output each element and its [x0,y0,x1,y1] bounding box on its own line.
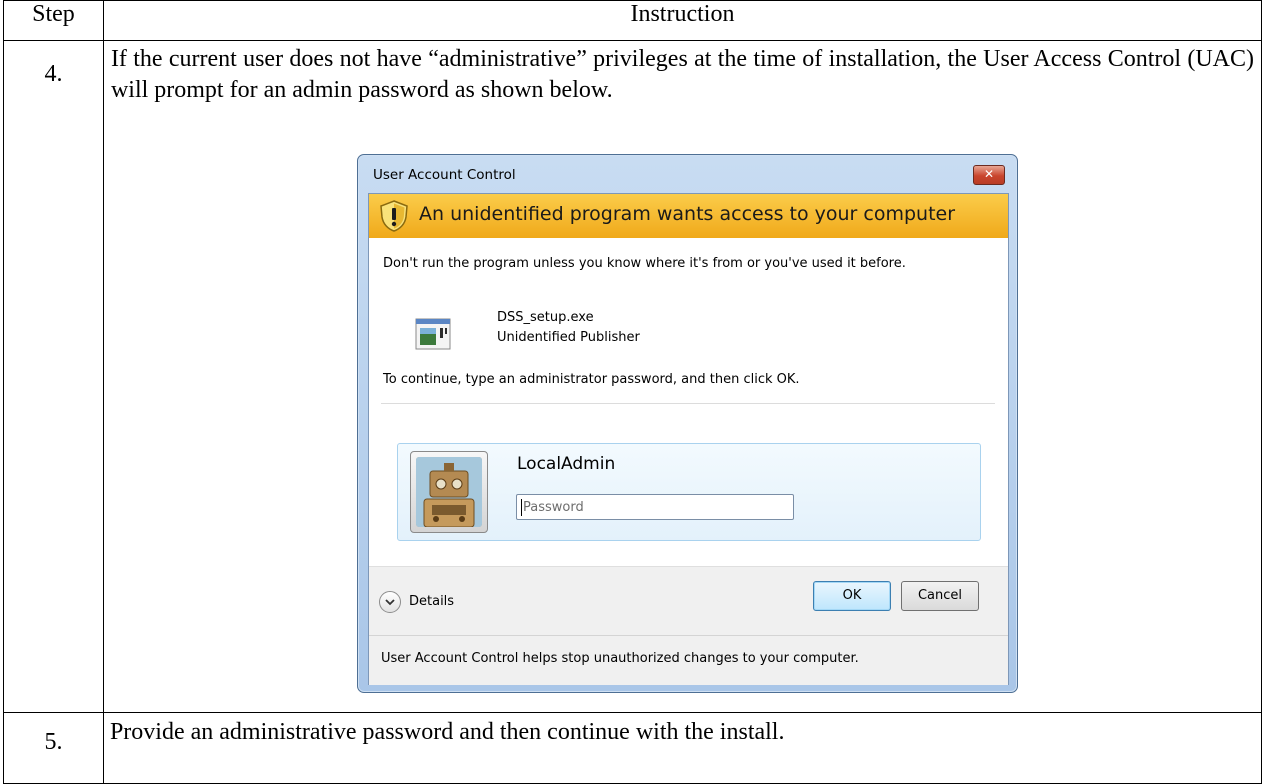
chevron-down-icon[interactable] [379,591,401,613]
warning-banner: An unidentified program wants access to … [369,194,1008,238]
credential-tile[interactable]: LocalAdmin Password [397,443,981,541]
dialog-footer: User Account Control helps stop unauthor… [369,635,1008,685]
publisher-name: Unidentified Publisher [497,330,640,345]
header-step: Step [3,0,104,41]
table-header-row: Step Instruction [3,0,1263,41]
footer-text: User Account Control helps stop unauthor… [381,651,859,666]
banner-text: An unidentified program wants access to … [419,203,956,225]
avatar [410,451,488,533]
ok-button[interactable]: OK [813,581,891,611]
warning-message: Don't run the program unless you know wh… [383,256,906,271]
table-row: 5. Provide an administrative password an… [3,712,1263,784]
close-icon[interactable]: ✕ [973,165,1005,185]
password-placeholder: Password [523,500,584,515]
text-caret [521,499,522,516]
step-number: 4. [3,40,104,713]
username: LocalAdmin [517,454,616,474]
password-input[interactable]: Password [516,494,794,520]
header-instruction: Instruction [102,0,1263,41]
continue-instruction: To continue, type an administrator passw… [383,372,800,387]
step-number: 5. [3,712,104,784]
dialog-title: User Account Control [373,167,516,183]
details-button[interactable]: Details [409,594,454,609]
cancel-button[interactable]: Cancel [901,581,979,611]
uac-dialog: User Account Control ✕ An unidentified p… [357,154,1018,693]
warning-shield-icon [380,200,408,232]
program-icon [415,318,451,350]
button-bar: Details OK Cancel [369,566,1008,635]
separator [381,403,995,404]
robot-avatar-icon [416,457,482,527]
program-info: DSS_setup.exe Unidentified Publisher [497,308,640,348]
instruction-text: Provide an administrative password and t… [102,712,1263,784]
program-name: DSS_setup.exe [497,310,594,325]
instruction-text: If the current user does not have “admin… [110,46,1254,103]
dialog-client: An unidentified program wants access to … [368,193,1009,685]
